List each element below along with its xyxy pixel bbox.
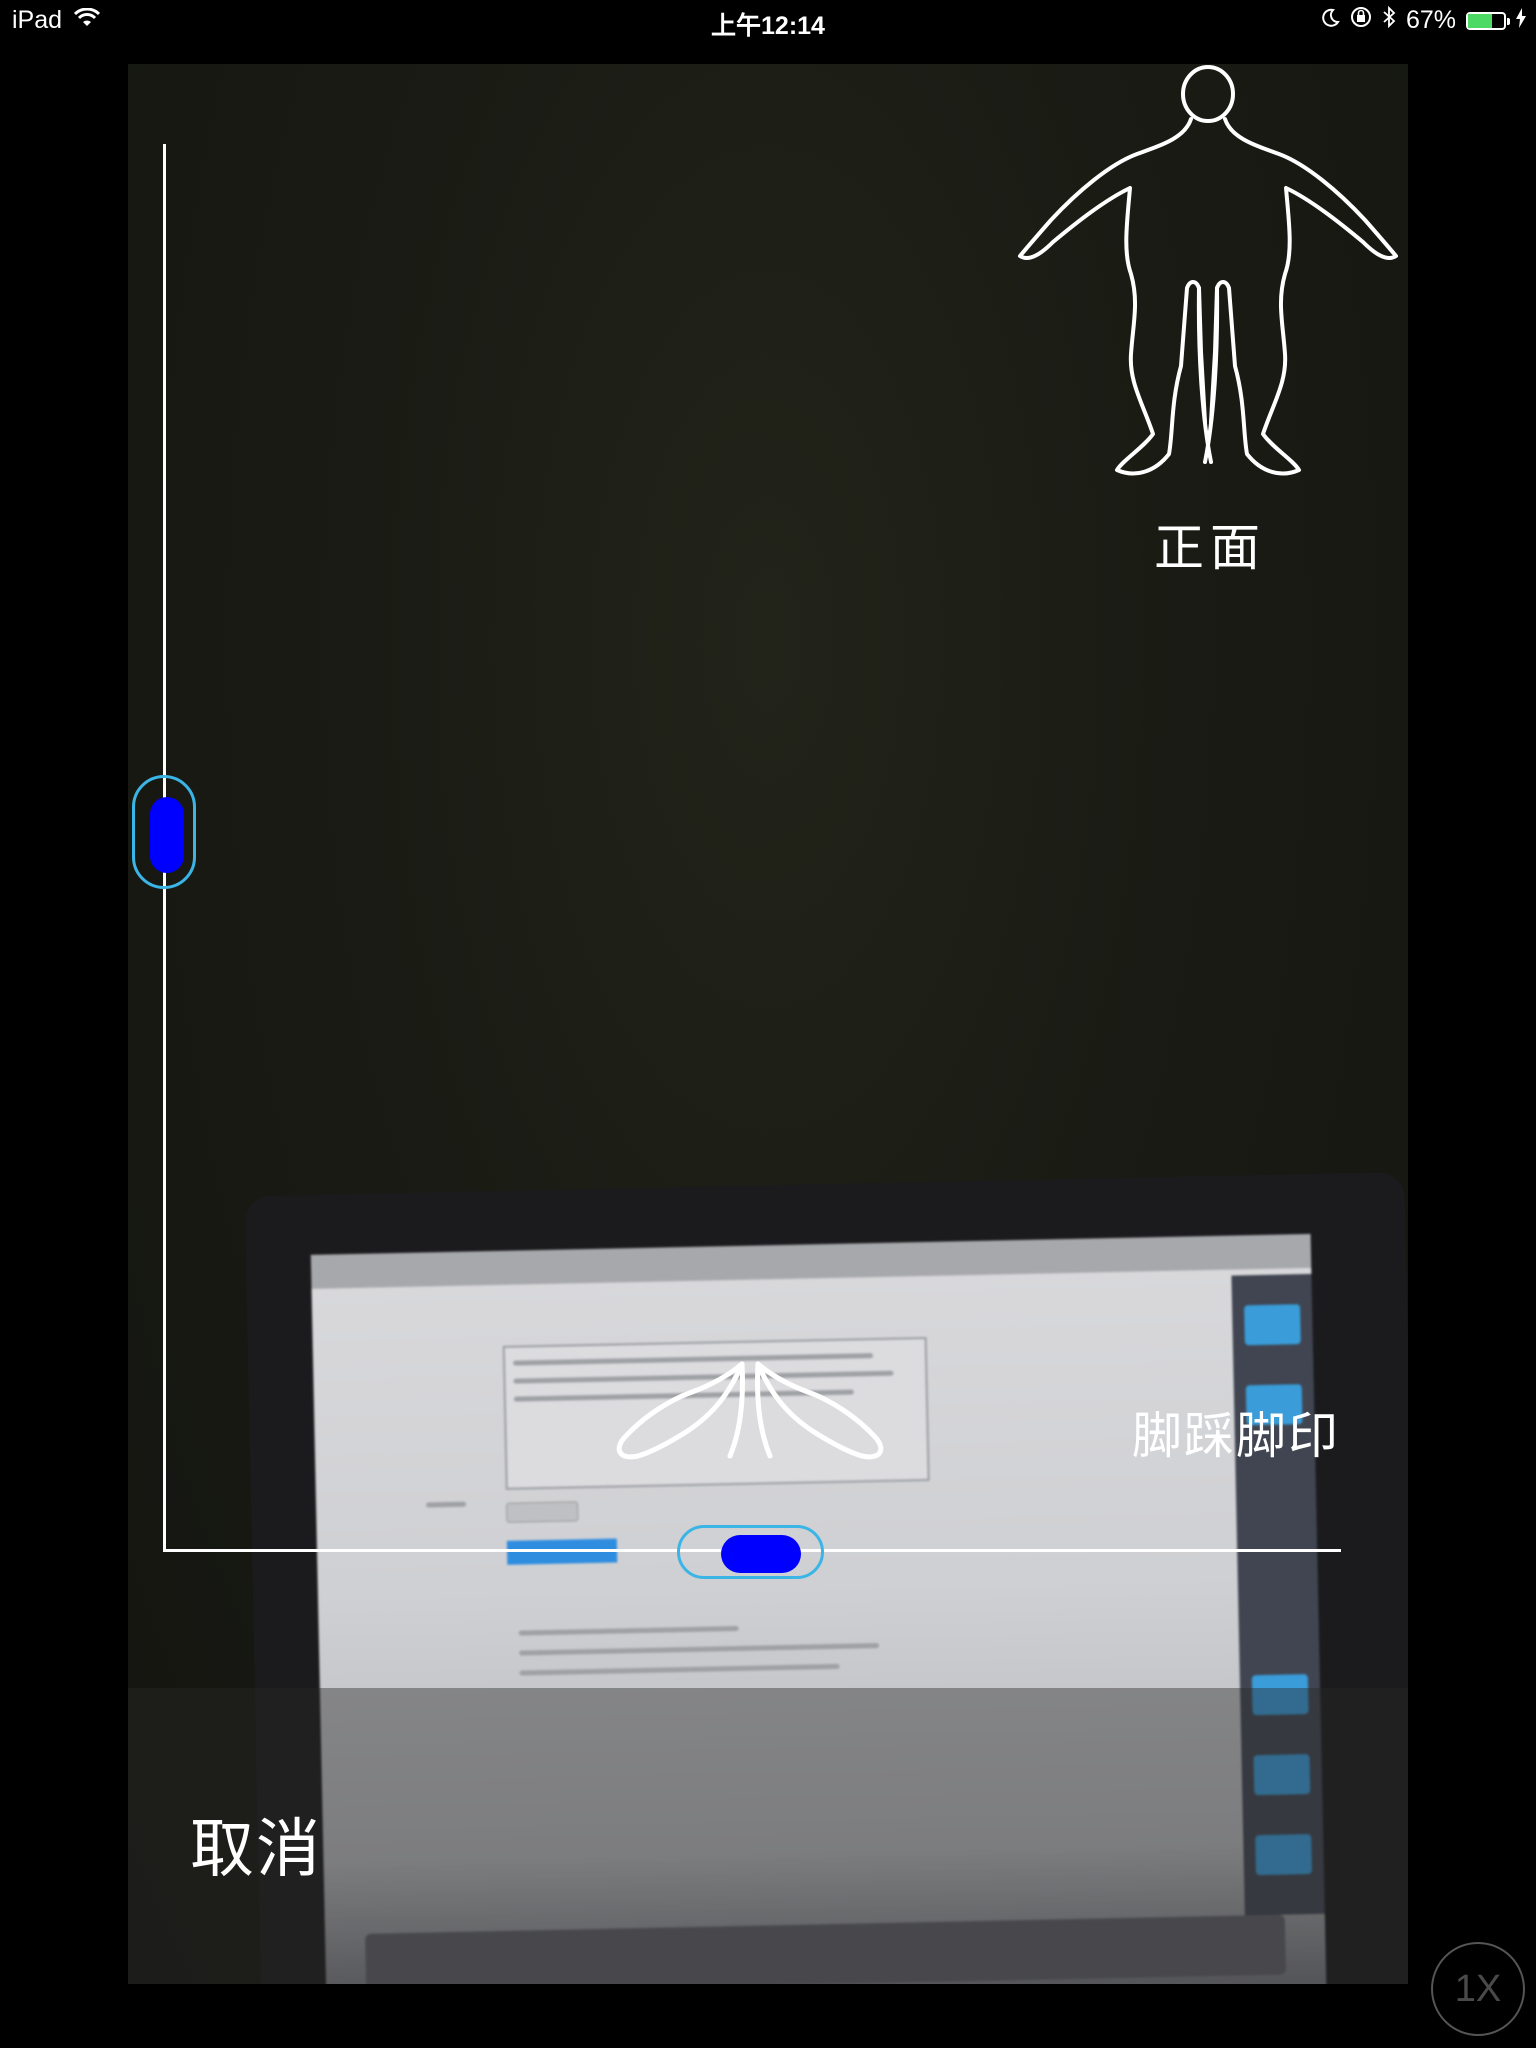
horizontal-slider-handle[interactable] bbox=[677, 1525, 824, 1579]
battery-icon bbox=[1466, 11, 1510, 30]
cancel-button[interactable]: 取消 bbox=[190, 1798, 322, 1890]
status-bar: iPad 上午12:14 67% bbox=[0, 0, 1536, 42]
zoom-toggle-button[interactable]: 1X bbox=[1431, 1942, 1525, 2036]
orientation-lock-icon bbox=[1350, 6, 1372, 35]
footprint-label: 脚踩脚印 bbox=[1132, 1407, 1340, 1465]
vertical-slider-knob[interactable] bbox=[150, 797, 184, 873]
vertical-slider-handle[interactable] bbox=[132, 775, 196, 889]
bluetooth-icon bbox=[1382, 5, 1396, 35]
footprint-outline-icon bbox=[616, 1361, 884, 1460]
moon-icon bbox=[1320, 6, 1340, 35]
battery-percent: 67% bbox=[1405, 6, 1456, 34]
pose-label-front: 正面 bbox=[1154, 519, 1266, 577]
status-right: 67% bbox=[1320, 5, 1526, 35]
body-front-outline-icon bbox=[1018, 65, 1398, 476]
status-time: 上午12:14 bbox=[711, 12, 825, 40]
bottom-control-bar: 取消 bbox=[128, 1688, 1408, 1984]
horizontal-slider-knob[interactable] bbox=[721, 1535, 801, 1573]
charging-icon bbox=[1516, 6, 1526, 35]
camera-screen: iPad 上午12:14 67% 正面 脚踩脚印 取消 1X bbox=[0, 0, 1536, 2048]
